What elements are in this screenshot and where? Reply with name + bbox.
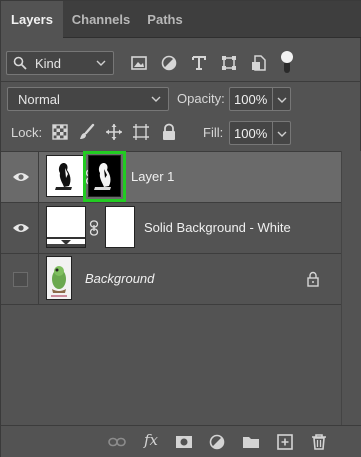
fill-layer-thumbnail[interactable] [46, 206, 86, 248]
chevron-down-icon [277, 97, 287, 103]
layer-thumbnail[interactable] [46, 256, 72, 300]
lock-transparent-pixels-icon[interactable] [51, 123, 69, 141]
layer-row-background[interactable]: Background [1, 254, 341, 305]
visibility-toggle[interactable] [1, 152, 39, 202]
blend-mode-dropdown[interactable]: Normal [7, 87, 169, 111]
divider [1, 81, 361, 82]
tab-paths[interactable]: Paths [139, 1, 191, 38]
visibility-toggle[interactable] [1, 203, 39, 253]
filter-type-dropdown[interactable]: Kind [6, 51, 114, 75]
chevron-down-icon [277, 131, 287, 137]
fill-dropdown-button[interactable] [273, 121, 291, 145]
lock-icon [307, 271, 319, 287]
layer-name[interactable]: Layer 1 [131, 169, 174, 184]
blend-mode-value: Normal [18, 92, 60, 107]
new-layer-icon[interactable] [276, 433, 294, 451]
panel-tab-bar: Layers Channels Paths [1, 1, 361, 39]
shape-filter-icon[interactable] [219, 53, 239, 73]
fill-label: Fill: [203, 125, 224, 140]
layers-bottom-toolbar: fx [1, 425, 361, 457]
opacity-label: Opacity: [177, 91, 225, 106]
tab-layers[interactable]: Layers [1, 1, 63, 39]
search-icon [13, 56, 27, 70]
add-mask-icon[interactable] [175, 433, 193, 451]
layer-row-solid-background[interactable]: Solid Background - White [1, 203, 341, 254]
visibility-toggle[interactable] [1, 254, 39, 304]
fill-value: 100% [234, 126, 268, 141]
chevron-down-icon [96, 60, 106, 66]
layer-content-preview [47, 156, 83, 196]
image-filter-icon[interactable] [129, 53, 149, 73]
layer-row-layer-1[interactable]: Layer 1 [1, 151, 341, 203]
lock-label: Lock: [11, 125, 43, 140]
layer-thumbnail[interactable] [46, 155, 84, 197]
filter-type-label: Kind [35, 56, 62, 71]
solid-color-preview [47, 207, 85, 247]
delete-layer-icon[interactable] [310, 433, 328, 451]
lock-position-icon[interactable] [105, 123, 123, 141]
tab-channels[interactable]: Channels [63, 1, 139, 38]
opacity-input[interactable]: 100% [229, 87, 273, 111]
lock-all-icon[interactable] [160, 123, 178, 141]
lock-image-pixels-icon[interactable] [78, 123, 96, 141]
opacity-value: 100% [234, 92, 268, 107]
layer-mask-thumbnail[interactable] [105, 206, 135, 248]
new-group-icon[interactable] [242, 433, 260, 451]
chevron-down-icon [151, 96, 161, 102]
eye-icon [13, 224, 29, 232]
layer-name[interactable]: Background [85, 271, 154, 286]
layer-content-preview [47, 257, 71, 299]
layers-panel: Layers Channels Paths Kind Normal Opacit… [0, 0, 361, 457]
opacity-dropdown-button[interactable] [273, 87, 291, 111]
adjustment-layer-icon[interactable] [208, 433, 226, 451]
prevent-auto-nesting-icon[interactable] [132, 123, 150, 141]
layer-name[interactable]: Solid Background - White [144, 220, 291, 235]
filter-toggle-switch[interactable] [281, 51, 293, 75]
type-filter-icon[interactable] [189, 53, 209, 73]
mask-content-preview [89, 156, 120, 196]
layer-mask-link-icon[interactable] [89, 220, 99, 236]
adjustment-filter-icon[interactable] [159, 53, 179, 73]
fill-input[interactable]: 100% [229, 121, 273, 145]
layer-mask-thumbnail[interactable] [88, 155, 121, 197]
filter-toggle-knob [281, 51, 293, 63]
layer-style-icon[interactable]: fx [144, 431, 158, 449]
smart-object-filter-icon[interactable] [249, 53, 269, 73]
link-layers-icon[interactable] [108, 433, 126, 451]
layers-scrollbar[interactable] [341, 151, 361, 425]
hidden-visibility-box [13, 272, 28, 287]
eye-icon [13, 173, 29, 181]
